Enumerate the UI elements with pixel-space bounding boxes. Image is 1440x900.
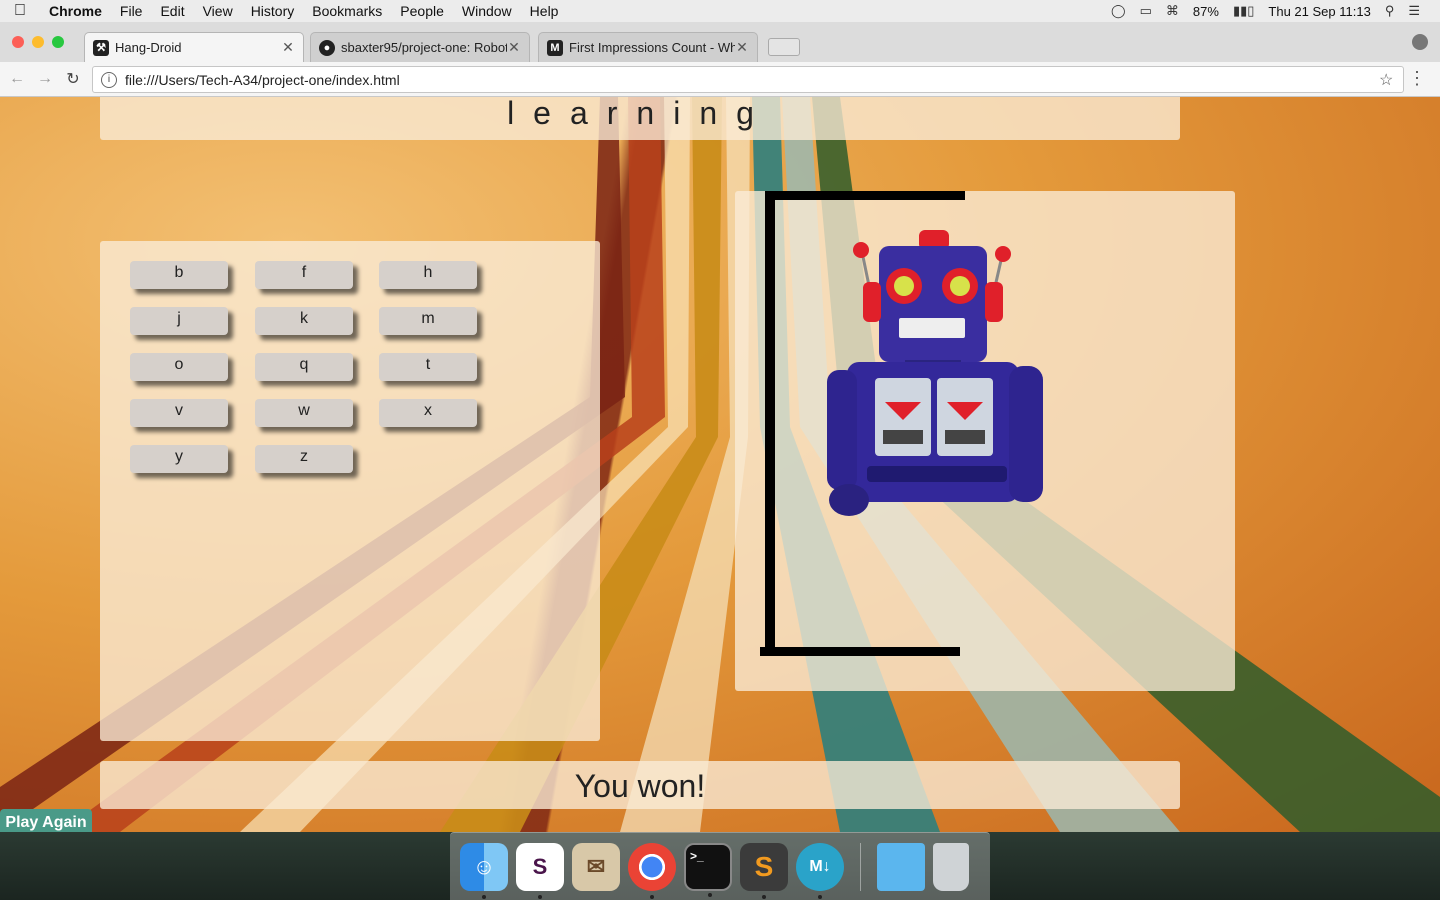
apple-icon[interactable]:  — [0, 2, 40, 20]
mail-icon[interactable]: ✉ — [572, 842, 620, 891]
close-tab-icon[interactable]: ✕ — [507, 39, 521, 56]
letter-button-f[interactable]: f — [255, 261, 353, 289]
gallows-post — [765, 191, 775, 656]
menu-app-name[interactable]: Chrome — [40, 3, 111, 19]
creative-cloud-icon[interactable]: ◯ — [1111, 3, 1126, 19]
notification-center-icon[interactable]: ☰ — [1408, 3, 1420, 19]
minimize-window-button[interactable] — [32, 36, 44, 48]
letter-button-v[interactable]: v — [130, 399, 228, 427]
address-url[interactable]: file:///Users/Tech-A34/project-one/index… — [125, 72, 1379, 88]
letter-button-y[interactable]: y — [130, 445, 228, 473]
profile-icon[interactable] — [1412, 34, 1428, 50]
sublime-icon[interactable]: S — [740, 842, 788, 899]
medium-icon: M — [547, 39, 563, 56]
menu-window[interactable]: Window — [453, 3, 521, 19]
letter-button-t[interactable]: t — [379, 353, 477, 381]
new-tab-button[interactable] — [768, 38, 800, 56]
battery-percent: 87% — [1192, 3, 1219, 19]
reload-icon[interactable]: ↻ — [62, 69, 84, 89]
macos-dock: ☺ S ✉ >_ S M↓ — [450, 832, 990, 900]
tab-title: sbaxter95/project-one: Robot — [341, 40, 507, 55]
battery-icon[interactable]: ▮▮▯ — [1233, 3, 1254, 19]
menu-bookmarks[interactable]: Bookmarks — [303, 3, 391, 19]
page-content: learning b f h j k m o q t v w x y z You… — [0, 97, 1440, 832]
letter-button-x[interactable]: x — [379, 399, 477, 427]
forward-arrow-icon[interactable]: → — [34, 70, 56, 88]
macos-menubar:  Chrome File Edit View History Bookmark… — [0, 0, 1440, 22]
browser-tabstrip: ⚒ Hang-Droid ✕ ● sbaxter95/project-one: … — [0, 22, 1440, 62]
address-bar[interactable]: i file:///Users/Tech-A34/project-one/ind… — [92, 66, 1404, 93]
menu-history[interactable]: History — [242, 3, 304, 19]
clock[interactable]: Thu 21 Sep 11:13 — [1268, 4, 1370, 19]
gallows-base — [760, 647, 960, 656]
bookmark-star-icon[interactable]: ☆ — [1379, 70, 1403, 90]
guessed-word: learning — [507, 97, 773, 131]
letter-button-o[interactable]: o — [130, 353, 228, 381]
back-arrow-icon[interactable]: ← — [6, 70, 28, 88]
letters-panel: b f h j k m o q t v w x y z — [100, 241, 600, 741]
letter-button-z[interactable]: z — [255, 445, 353, 473]
zoom-window-button[interactable] — [52, 36, 64, 48]
spotlight-icon[interactable]: ⚲ — [1385, 3, 1395, 19]
letter-button-m[interactable]: m — [379, 307, 477, 335]
finder-icon[interactable]: ☺ — [460, 842, 508, 899]
markdown-icon[interactable]: M↓ — [796, 842, 844, 899]
gallows-top-beam — [765, 191, 965, 200]
tab-medium[interactable]: M First Impressions Count - Why ✕ — [538, 32, 758, 62]
tab-title: Hang-Droid — [115, 40, 182, 55]
game-status: You won! — [574, 768, 706, 804]
wifi-icon[interactable]: ⌘ — [1166, 3, 1179, 19]
play-again-button[interactable]: Play Again — [0, 809, 92, 832]
close-window-button[interactable] — [12, 36, 24, 48]
github-icon: ● — [319, 39, 335, 56]
airplay-icon[interactable]: ▭ — [1140, 3, 1152, 19]
menu-file[interactable]: File — [111, 3, 152, 19]
menu-view[interactable]: View — [194, 3, 242, 19]
close-tab-icon[interactable]: ✕ — [281, 39, 295, 56]
letter-button-w[interactable]: w — [255, 399, 353, 427]
tab-github[interactable]: ● sbaxter95/project-one: Robot ✕ — [310, 32, 530, 62]
chrome-menu-icon[interactable]: ⋮ — [1408, 68, 1426, 89]
close-tab-icon[interactable]: ✕ — [735, 39, 749, 56]
browser-toolbar: ← → ↻ i file:///Users/Tech-A34/project-o… — [0, 62, 1440, 97]
robot-image — [827, 230, 1043, 516]
info-icon[interactable]: i — [101, 71, 117, 88]
menubar-status-area: ◯ ▭ ⌘ 87% ▮▮▯ Thu 21 Sep 11:13 ⚲ ☰ — [1111, 3, 1440, 19]
tab-title: First Impressions Count - Why — [569, 40, 735, 55]
trash-icon[interactable] — [933, 842, 969, 891]
terminal-icon[interactable]: >_ — [684, 842, 732, 897]
letter-button-k[interactable]: k — [255, 307, 353, 335]
tab-hang-droid[interactable]: ⚒ Hang-Droid ✕ — [84, 32, 304, 62]
menu-help[interactable]: Help — [521, 3, 568, 19]
word-panel: learning — [100, 97, 1180, 140]
hang-droid-favicon-icon: ⚒ — [93, 39, 109, 56]
letter-button-q[interactable]: q — [255, 353, 353, 381]
folder-icon[interactable] — [877, 842, 925, 891]
status-panel: You won! — [100, 761, 1180, 809]
dock-separator — [860, 842, 861, 891]
menu-people[interactable]: People — [391, 3, 453, 19]
menu-edit[interactable]: Edit — [151, 3, 193, 19]
letter-button-h[interactable]: h — [379, 261, 477, 289]
slack-icon[interactable]: S — [516, 842, 564, 899]
letter-button-b[interactable]: b — [130, 261, 228, 289]
window-controls — [12, 36, 64, 48]
chrome-icon[interactable] — [628, 842, 676, 899]
letter-button-j[interactable]: j — [130, 307, 228, 335]
